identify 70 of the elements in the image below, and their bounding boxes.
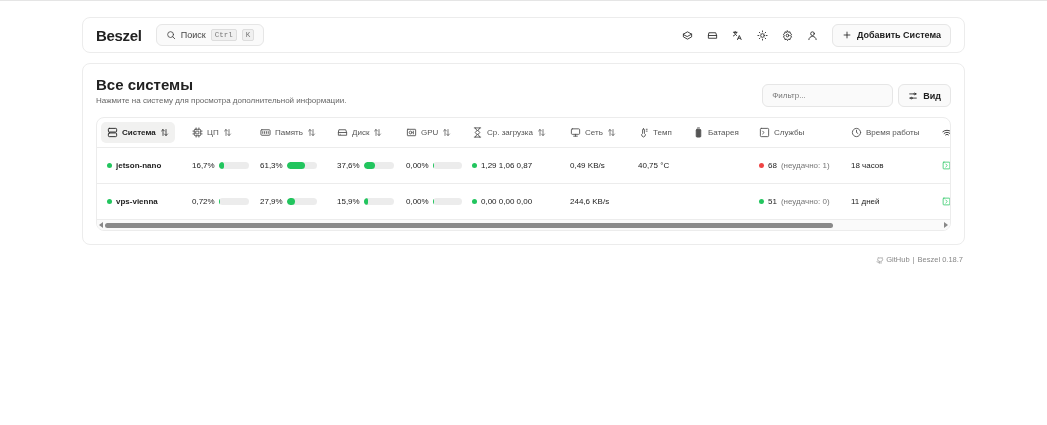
network-speed: 244,6 KB/s xyxy=(570,197,610,206)
column-header[interactable]: Ср. загрузка xyxy=(466,122,552,143)
system-name: jetson-nano xyxy=(116,161,162,170)
sliders-icon xyxy=(908,90,919,101)
translate-icon xyxy=(732,29,744,41)
column-header[interactable]: Темп xyxy=(632,122,678,143)
uptime: 11 дней xyxy=(851,197,880,206)
wifi-icon xyxy=(942,127,950,138)
service-count: 68 xyxy=(768,161,777,170)
sort-icon xyxy=(306,128,316,137)
sort-icon xyxy=(159,128,169,137)
sort-icon xyxy=(222,128,232,137)
table-row[interactable]: jetson-nano 16,7% 61,3% 37,6% 0,00% 1,29 1,06 0,87 0,49 KB/s 40,75 °C 68 (неудачно: 1) 18 часов xyxy=(97,148,950,184)
gpu-icon xyxy=(406,127,417,138)
battery-icon xyxy=(693,127,704,138)
failed-count: (неудачно: 1) xyxy=(780,161,830,170)
system-name: vps-vienna xyxy=(116,197,158,206)
plus-icon xyxy=(842,30,853,40)
logo: Beszel xyxy=(96,26,142,44)
usage-value: 61,3% xyxy=(260,161,283,170)
load-average: 0,00 0,00 0,00 xyxy=(481,197,533,206)
user-icon xyxy=(807,29,819,41)
chip-icon xyxy=(192,127,203,138)
server-icon xyxy=(107,127,118,138)
view-button[interactable]: Вид xyxy=(898,84,951,107)
usage-value: 15,9% xyxy=(337,197,360,206)
card-title: Все системы xyxy=(96,76,194,93)
sort-icon xyxy=(536,128,546,137)
service-count: 51 xyxy=(768,197,777,206)
thermometer-icon xyxy=(638,127,649,138)
sort-icon xyxy=(606,128,616,137)
usage-value: 0,00% xyxy=(406,197,429,206)
status-icon xyxy=(942,161,950,170)
filter-field[interactable]: Фильтр... xyxy=(762,84,894,107)
card-subtitle: Нажмите на систему для просмотра дополнительной информации. xyxy=(96,96,347,105)
column-header[interactable]: Диск xyxy=(331,122,389,143)
terminal-icon xyxy=(759,127,770,138)
network-icon xyxy=(570,127,581,138)
column-header[interactable]: Батарея xyxy=(687,122,745,143)
sort-icon xyxy=(442,128,452,137)
github-icon xyxy=(876,255,885,264)
column-header[interactable]: ЦП xyxy=(186,122,238,143)
column-header[interactable]: Время работы xyxy=(845,122,926,143)
temperature: 40,75 °C xyxy=(638,161,670,170)
drive-icon xyxy=(707,29,719,41)
clock-icon xyxy=(851,127,862,138)
usage-value: 37,6% xyxy=(337,161,360,170)
usage-value: 0,72% xyxy=(192,197,215,206)
status-icon xyxy=(942,197,950,206)
column-header[interactable]: Сеть xyxy=(564,122,622,143)
add-system-button[interactable]: Добавить Система xyxy=(832,23,951,47)
hourglass-icon xyxy=(472,127,483,138)
search-icon xyxy=(165,30,176,40)
sun-icon xyxy=(757,29,769,41)
settings-icon xyxy=(782,29,794,41)
failed-count: (неудачно: 0) xyxy=(780,197,830,206)
usage-value: 0,00% xyxy=(406,161,429,170)
uptime: 18 часов xyxy=(851,161,884,170)
load-average: 1,29 1,06 0,87 xyxy=(481,161,533,170)
column-header[interactable]: Память xyxy=(254,122,322,143)
usage-value: 27,9% xyxy=(260,197,283,206)
network-speed: 0,49 KB/s xyxy=(570,161,605,170)
column-header[interactable]: Службы xyxy=(753,122,811,143)
memory-icon xyxy=(260,127,271,138)
usage-value: 16,7% xyxy=(192,161,215,170)
horizontal-scrollbar[interactable] xyxy=(97,220,950,230)
column-header[interactable]: GPU xyxy=(400,122,458,143)
column-header[interactable]: Система xyxy=(101,122,175,143)
sort-icon xyxy=(373,128,383,137)
drive-icon xyxy=(337,127,348,138)
